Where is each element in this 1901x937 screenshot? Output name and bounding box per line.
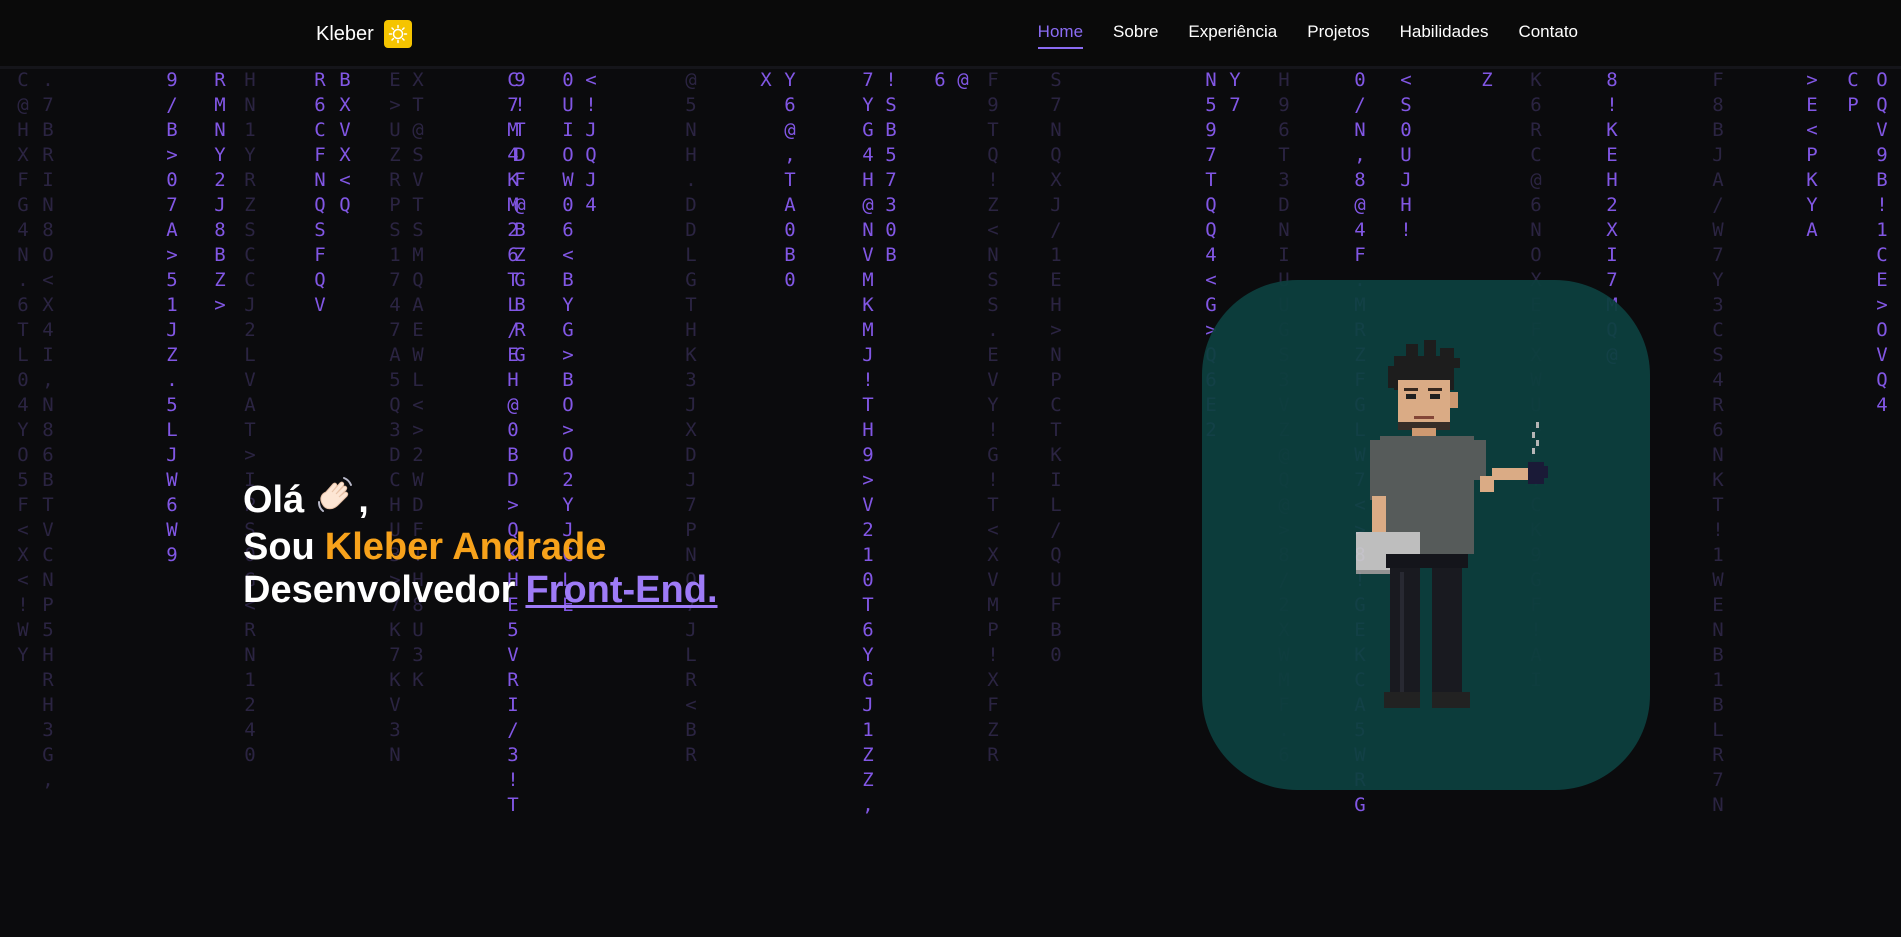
matrix-column: X — [758, 68, 774, 93]
matrix-column-bright: R M N Y 2 J 8 B Z > — [214, 69, 226, 316]
matrix-column-dim: F 9 T Q ! Z < N S S . E V Y ! G ! T < X … — [987, 69, 999, 766]
hero-role-prefix: Desenvolvedor — [243, 569, 516, 611]
matrix-column: C @ H X F G 4 N . 6 T L 0 4 Y O 5 F < X … — [15, 68, 31, 668]
matrix-column-dim: @ 5 N H . D D L G T H K 3 J X D J 7 P N … — [685, 69, 697, 766]
matrix-column-bright: B X V X < Q — [339, 69, 351, 216]
matrix-column: < S 0 U J H ! — [1398, 68, 1414, 243]
hero-intro-line: Sou Kleber Andrade — [243, 526, 718, 569]
matrix-column-bright: X — [760, 69, 772, 91]
hero-role: Front-End. — [525, 569, 718, 611]
matrix-column: < ! J Q J 4 — [583, 68, 599, 218]
matrix-column: B X V X < Q — [337, 68, 353, 218]
matrix-column-bright: 7 Y G 4 H @ N V M K M J ! T H 9 > V 2 1 … — [862, 69, 874, 816]
hero-greeting-line: Olá , — [243, 474, 718, 526]
matrix-column: 9 ! T D F @ B Z G B R G — [512, 68, 528, 368]
matrix-column-bright: 9 / B > 0 7 A > 5 1 J Z . 5 L J W 6 W 9 — [166, 69, 178, 566]
matrix-column-bright: Y 6 @ , T A 0 B 0 — [784, 69, 796, 291]
matrix-column-bright: ! S B 5 7 3 0 B — [885, 69, 897, 266]
matrix-column: F 8 B J A / W 7 Y 3 C S 4 R 6 N K T ! 1 … — [1710, 68, 1726, 818]
matrix-column: @ 5 N H . D D L G T H K 3 J X D J 7 P N … — [683, 68, 699, 768]
matrix-column: ! S B 5 7 3 0 B — [883, 68, 899, 268]
waving-hand-icon — [314, 474, 356, 526]
matrix-column-bright: < S 0 U J H ! — [1400, 69, 1412, 241]
matrix-column: @ — [955, 68, 971, 93]
matrix-column: Z — [1479, 68, 1495, 93]
matrix-column-bright: < ! J Q J 4 — [585, 69, 597, 216]
matrix-column-bright: Z — [1481, 69, 1493, 91]
matrix-column: Y 6 @ , T A 0 B 0 — [782, 68, 798, 293]
matrix-column: H N 1 Y R Z S C C J 2 L V A T > I P S 0 … — [242, 68, 258, 768]
matrix-column: . 7 B R I N 8 O < X 4 I , N 8 6 B T V C … — [40, 68, 56, 793]
nav-experiencia[interactable]: Experiência — [1188, 22, 1277, 49]
nav-sobre[interactable]: Sobre — [1113, 22, 1158, 49]
matrix-column: C P — [1845, 68, 1861, 118]
nav-links: Home Sobre Experiência Projetos Habilida… — [1037, 22, 1578, 49]
matrix-column: 7 Y G 4 H @ N V M K M J ! T H 9 > V 2 1 … — [860, 68, 876, 818]
matrix-column-bright: Y 7 — [1229, 69, 1241, 116]
matrix-column-bright: > E < P K Y A — [1806, 69, 1818, 241]
matrix-column-dim: E > U Z R P S 1 7 4 7 A 5 Q 3 D C H U 3 … — [389, 69, 401, 766]
matrix-column-dim: S 7 N Q X J / 1 E H > N P C T K I L / Q … — [1050, 69, 1062, 666]
matrix-column: Y 7 — [1227, 68, 1243, 118]
sun-icon[interactable] — [383, 20, 412, 48]
matrix-column-bright: 9 ! T D F @ B Z G B R G — [514, 69, 526, 366]
avatar-card — [1202, 280, 1650, 790]
matrix-column: O Q V 9 B ! 1 C E > O V Q 4 — [1874, 68, 1890, 418]
matrix-column: E > U Z R P S 1 7 4 7 A 5 Q 3 D C H U 3 … — [387, 68, 403, 768]
matrix-column-dim: . 7 B R I N 8 O < X 4 I , N 8 6 B T V C … — [42, 69, 54, 791]
matrix-column-bright: R 6 C F N Q S F Q V — [314, 69, 326, 316]
matrix-column-dim: F 8 B J A / W 7 Y 3 C S 4 R 6 N K T ! 1 … — [1712, 69, 1724, 816]
hero-intro: Sou — [243, 526, 315, 568]
matrix-column: R 6 C F N Q S F Q V — [312, 68, 328, 318]
nav-projetos[interactable]: Projetos — [1307, 22, 1369, 49]
hero-greeting: Olá — [243, 478, 305, 521]
matrix-column-bright: 6 — [934, 69, 946, 91]
matrix-column: 9 / B > 0 7 A > 5 1 J Z . 5 L J W 6 W 9 — [164, 68, 180, 568]
hero-name: Kleber Andrade — [324, 526, 607, 568]
nav-contato[interactable]: Contato — [1518, 22, 1578, 49]
matrix-column: > E < P K Y A — [1804, 68, 1820, 243]
matrix-column: F 9 T Q ! Z < N S S . E V Y ! G ! T < X … — [985, 68, 1001, 768]
nav-habilidades[interactable]: Habilidades — [1400, 22, 1489, 49]
navbar: Kleber Home Sobre Experiência Projetos H… — [0, 0, 1901, 69]
brand[interactable]: Kleber — [316, 20, 412, 48]
hero-role-line: Desenvolvedor Front-End. — [243, 569, 718, 612]
hero-greeting-comma: , — [358, 478, 369, 521]
matrix-column: R M N Y 2 J 8 B Z > — [212, 68, 228, 318]
matrix-column-bright: @ — [957, 69, 969, 91]
matrix-column-bright: O Q V 9 B ! 1 C E > O V Q 4 — [1876, 69, 1888, 416]
nav-home[interactable]: Home — [1037, 22, 1084, 49]
matrix-column: 6 — [932, 68, 948, 93]
pixel-developer-avatar-icon — [1356, 340, 1548, 708]
matrix-column-dim: H N 1 Y R Z S C C J 2 L V A T > I P S 0 … — [244, 69, 256, 766]
brand-name[interactable]: Kleber — [316, 23, 374, 46]
matrix-column-dim: C @ H X F G 4 N . 6 T L 0 4 Y O 5 F < X … — [17, 69, 29, 666]
matrix-column-bright: C P — [1847, 69, 1859, 116]
hero-heading: Olá , Sou Kleber Andrade Desenvolvedor F… — [243, 474, 718, 612]
matrix-column: S 7 N Q X J / 1 E H > N P C T K I L / Q … — [1048, 68, 1064, 668]
